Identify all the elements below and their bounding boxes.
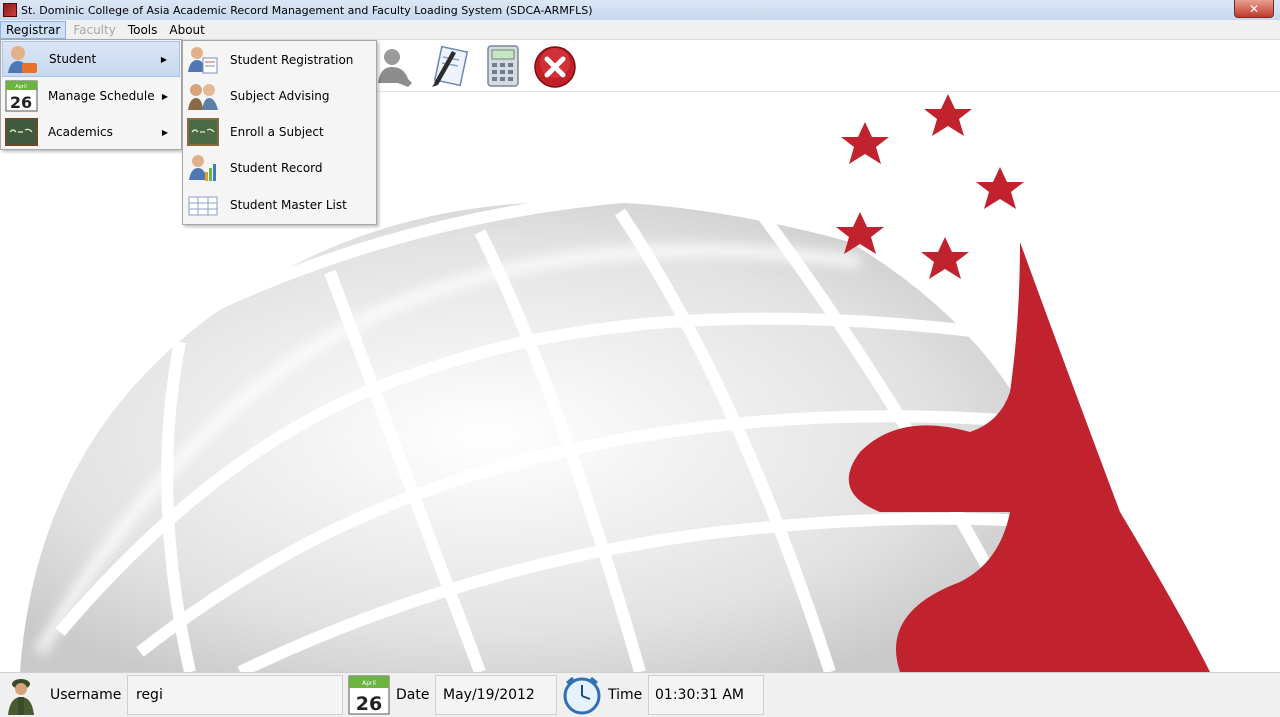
date-value: May/19/2012 — [443, 687, 535, 703]
registrar-dropdown-menu: Student ▶ April 26 Manage Schedule ▶ Aca… — [0, 39, 182, 150]
submenu-item-subject-advising[interactable]: Subject Advising — [184, 78, 374, 114]
menu-item-student[interactable]: Student ▶ — [2, 41, 180, 77]
submenu-item-enroll-a-subject[interactable]: Enroll a Subject — [184, 114, 374, 150]
username-label: Username — [50, 687, 122, 703]
chalkboard-icon — [5, 118, 38, 146]
submenu-item-label: Student Record — [230, 161, 323, 175]
submenu-item-label: Student Registration — [230, 53, 354, 67]
time-field: 01:30:31 AM — [648, 675, 764, 715]
username-value: regi — [136, 687, 163, 703]
student-icon — [8, 46, 37, 73]
menu-item-student-label: Student — [49, 52, 97, 66]
menu-item-manage-schedule[interactable]: April 26 Manage Schedule ▶ — [2, 78, 180, 114]
calendar-icon: April 26 — [348, 675, 390, 715]
status-bar: Username regi April 26 Date May/19/2012 … — [0, 672, 1280, 717]
subject-advising-icon — [188, 84, 218, 110]
soldier-avatar-icon — [8, 679, 34, 715]
student-registration-icon — [188, 47, 218, 74]
student-submenu: Student Registration Subject Advising En… — [182, 40, 377, 225]
menu-about[interactable]: About — [164, 21, 209, 39]
master-list-icon — [188, 196, 218, 216]
submenu-item-label: Student Master List — [230, 198, 347, 212]
exit-icon[interactable] — [533, 43, 577, 89]
date-field: May/19/2012 — [435, 675, 557, 715]
submenu-item-label: Subject Advising — [230, 89, 330, 103]
calendar-month-text: April — [15, 84, 26, 90]
app-logo-icon — [3, 3, 17, 17]
calendar-day-text: 26 — [10, 93, 32, 112]
menu-item-manage-schedule-label: Manage Schedule — [48, 89, 155, 103]
edit-document-icon[interactable] — [428, 43, 472, 89]
time-label: Time — [608, 687, 643, 703]
clock-icon — [563, 676, 601, 715]
submenu-arrow-icon: ▶ — [161, 127, 168, 137]
submenu-item-student-registration[interactable]: Student Registration — [184, 42, 374, 78]
submenu-item-label: Enroll a Subject — [230, 125, 324, 139]
username-field: regi — [127, 675, 343, 715]
menu-item-academics-label: Academics — [48, 125, 113, 139]
calculator-icon[interactable] — [483, 43, 527, 89]
title-bar: St. Dominic College of Asia Academic Rec… — [0, 0, 1280, 20]
menu-tools[interactable]: Tools — [123, 21, 163, 39]
student-record-icon — [189, 155, 216, 181]
calendar-icon: April 26 — [5, 80, 38, 112]
submenu-item-student-record[interactable]: Student Record — [184, 150, 374, 186]
menu-registrar[interactable]: Registrar — [0, 20, 67, 39]
submenu-arrow-icon: ▶ — [160, 54, 167, 64]
window-close-button[interactable]: ✕ — [1234, 0, 1274, 18]
submenu-item-student-master-list[interactable]: Student Master List — [184, 187, 374, 223]
chalkboard-icon — [187, 118, 219, 146]
app-window: St. Dominic College of Asia Academic Rec… — [0, 0, 1280, 717]
time-value: 01:30:31 AM — [655, 687, 744, 703]
menu-bar: Registrar Faculty Tools About — [0, 20, 1280, 40]
window-title: St. Dominic College of Asia Academic Rec… — [21, 3, 593, 17]
menu-faculty[interactable]: Faculty — [68, 21, 121, 39]
calendar-day-text: 26 — [356, 693, 382, 715]
menu-item-academics[interactable]: Academics ▶ — [2, 114, 180, 150]
user-icon[interactable] — [372, 43, 416, 89]
date-label: Date — [396, 687, 430, 703]
calendar-month-text: April — [362, 680, 376, 687]
submenu-arrow-icon: ▶ — [161, 91, 168, 101]
